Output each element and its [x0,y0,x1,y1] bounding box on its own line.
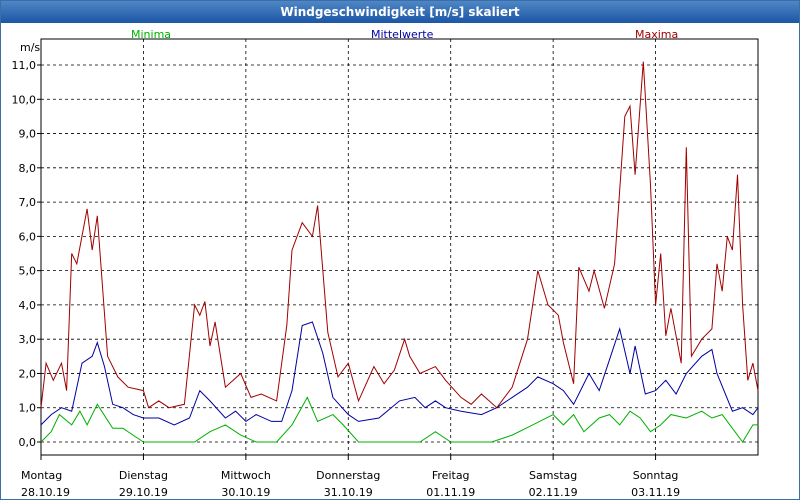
legend-maxima: Maxima [635,28,679,41]
x-tick-label-date: 31.10.19 [324,486,373,499]
x-tick-label-day: Montag [21,469,62,482]
chart-window: Windgeschwindigkeit [m/s] skaliert 0,0 1,… [0,0,800,500]
legend-minima: Minima [131,28,172,41]
y-tick-label: 1,0 [19,402,37,415]
y-tick-label: 5,0 [19,265,37,278]
x-tick-label-day: Dienstag [119,469,168,482]
series-line-maxima [40,61,759,409]
y-tick-label: 8,0 [19,162,37,175]
series-line-mittelwerte [40,321,759,426]
x-tick-label-date: 28.10.19 [21,486,70,499]
x-tick-label-day: Samstag [529,469,577,482]
series-line-minima [40,396,758,443]
x-tick-label-day: Sonntag [633,469,679,482]
x-tick-label-day: Freitag [432,469,470,482]
y-tick-label: 0,0 [19,436,37,449]
x-tick-label-date: 03.11.19 [631,486,680,499]
plot-area: 0,0 1,0 2,0 3,0 4,0 5,0 6,0 7,0 8,0 9,0 10,0 11,0 Mo… [1,23,799,499]
y-tick-label: 3,0 [19,333,37,346]
x-tick-label-date: 01.11.19 [426,486,475,499]
y-tick-label: 9,0 [19,128,37,141]
x-tick-label-day: Donnerstag [316,469,380,482]
x-tick-label-date: 29.10.19 [119,486,168,499]
y-tick-label: 7,0 [19,196,37,209]
y-tick-label: 4,0 [19,299,37,312]
wind-chart: 0,0 1,0 2,0 3,0 4,0 5,0 6,0 7,0 8,0 9,0 10,0 11,0 Mo… [12,38,759,499]
y-axis-label: m/s [20,41,41,54]
x-tick-label-date: 02.11.19 [529,486,578,499]
window-title: Windgeschwindigkeit [m/s] skaliert [1,1,799,23]
y-tick-label: 11,0 [12,59,37,72]
y-tick-label: 6,0 [19,230,37,243]
legend-mittelwerte: Mittelwerte [371,28,434,41]
x-tick-label-day: Mittwoch [221,469,271,482]
x-tick-label-date: 30.10.19 [221,486,270,499]
y-tick-label: 2,0 [19,367,37,380]
y-tick-label: 10,0 [12,93,37,106]
